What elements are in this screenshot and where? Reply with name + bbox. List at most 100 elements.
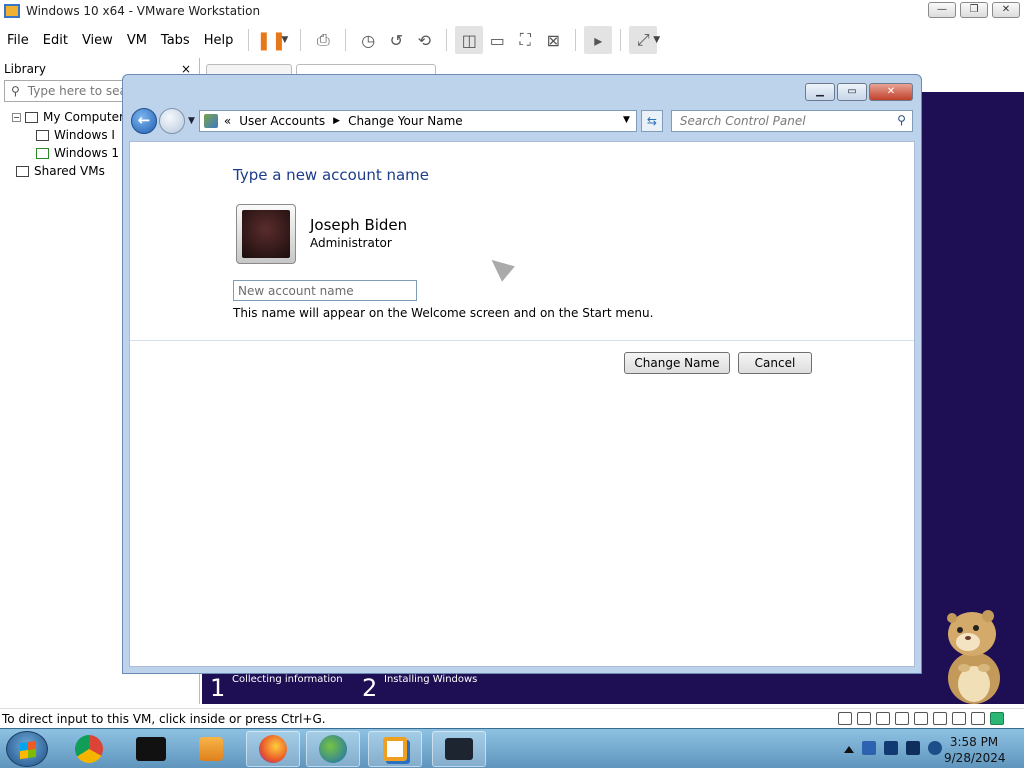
menu-file[interactable]: File [0,33,36,48]
breadcrumb-overflow-icon[interactable]: « [224,114,231,128]
window-controls: — ❐ ✕ [928,2,1020,18]
library-title: Library [4,62,46,76]
step-label: Installing Windows [384,674,478,685]
collapse-icon[interactable]: − [12,112,21,122]
snapshot-manager-icon[interactable]: ⟲ [410,26,438,54]
thumbnail-bar-icon[interactable]: ▭ [483,26,511,54]
recent-pages-dropdown-icon[interactable]: ▼ [188,116,195,126]
install-step-2: 2 Installing Windows [362,674,477,702]
unity-icon[interactable]: ⊠ [539,26,567,54]
breadcrumb-separator-icon[interactable]: ▶ [333,116,340,126]
vm-running-icon [36,147,49,159]
change-name-button[interactable]: Change Name [624,352,730,374]
device-icons [838,712,1004,725]
menu-tabs[interactable]: Tabs [154,33,197,48]
start-button-icon[interactable] [6,731,48,767]
toolbar-separator [248,29,250,51]
account-type: Administrator [310,236,392,250]
user-avatar [236,204,296,264]
search-icon[interactable]: ⚲ [897,113,906,127]
step-number: 1 [210,674,226,702]
revert-snapshot-icon[interactable]: ↺ [382,26,410,54]
shared-vms-icon [16,165,29,177]
show-library-icon[interactable]: ◫ [455,26,484,54]
tree-label: My Computer [43,110,124,124]
floppy-icon[interactable] [876,712,890,725]
menu-vm[interactable]: VM [120,33,154,48]
status-text: To direct input to this VM, click inside… [2,711,326,726]
download-manager-taskbar-icon[interactable] [306,731,360,767]
step-number: 2 [362,674,378,702]
search-control-panel-input[interactable]: Search Control Panel ⚲ [670,110,913,132]
toolbar-separator [446,29,448,51]
step-label: Collecting information [232,674,343,685]
stretch-dropdown-icon[interactable]: ▼ [653,35,660,45]
windows-taskbar: 3:58 PM 9/28/2024 [0,728,1024,768]
tree-label: Windows 1 [54,146,120,160]
cd-dvd-icon[interactable] [857,712,871,725]
volume-icon[interactable] [928,741,942,755]
navigation-bar: ← ▼ « User Accounts ▶ Change Your Name ▼… [131,107,915,135]
send-ctrl-alt-del-icon[interactable]: ⎙ [309,26,337,54]
pause-dropdown-icon[interactable]: ▼ [281,35,288,45]
search-placeholder: Search Control Panel [679,114,806,128]
control-panel-icon [203,114,218,128]
vm-icon [36,129,49,141]
dialog-window-controls: ▁ ▭ ✕ [805,83,913,101]
virtual-machine-taskbar-icon[interactable] [432,731,486,767]
firefox-taskbar-icon[interactable] [246,731,300,767]
snapshot-icon[interactable]: ◷ [354,26,382,54]
breadcrumb-change-your-name[interactable]: Change Your Name [348,114,463,128]
vmware-app-icon [4,4,20,18]
clock-date: 9/28/2024 [944,751,1006,765]
tree-label: Shared VMs [34,164,105,178]
display-icon[interactable] [971,712,985,725]
address-dropdown-icon[interactable]: ▼ [623,115,630,125]
breadcrumb-user-accounts[interactable]: User Accounts [239,114,325,128]
refresh-icon[interactable]: ⇆ [640,110,663,132]
full-screen-icon[interactable]: ⛶ [511,26,539,54]
divider [130,340,914,341]
tree-label: Windows I [54,128,115,142]
dialog-close-button[interactable]: ✕ [869,83,913,101]
hard-disk-icon[interactable] [838,712,852,725]
account-name: Joseph Biden [310,216,408,234]
address-bar[interactable]: « User Accounts ▶ Change Your Name ▼ [198,110,637,132]
terminal-taskbar-icon[interactable] [124,731,178,767]
message-log-icon[interactable] [990,712,1004,725]
restore-button[interactable]: ❐ [960,2,988,18]
menu-edit[interactable]: Edit [36,33,75,48]
install-step-1: 1 Collecting information [210,674,343,702]
forward-arrow-icon[interactable] [159,108,185,134]
usb-icon[interactable] [914,712,928,725]
show-hidden-icons-icon[interactable] [844,743,854,753]
console-view-icon[interactable]: ▸ [584,26,613,54]
computer-icon [25,111,38,123]
library-search-placeholder: Type here to sea [27,84,127,98]
minimize-button[interactable]: — [928,2,956,18]
system-tray [844,741,942,755]
close-button[interactable]: ✕ [992,2,1020,18]
vmware-titlebar: Windows 10 x64 - VMware Workstation — ❐ … [0,0,1024,22]
menu-help[interactable]: Help [197,33,241,48]
tray-app-icon[interactable] [862,741,876,755]
printer-icon[interactable] [933,712,947,725]
network-icon[interactable] [906,741,920,755]
action-center-icon[interactable] [884,741,898,755]
network-adapter-icon[interactable] [895,712,909,725]
dialog-maximize-button[interactable]: ▭ [837,83,867,101]
cancel-button[interactable]: Cancel [738,352,812,374]
toolbar-separator [345,29,347,51]
chrome-taskbar-icon[interactable] [62,731,116,767]
taskbar-clock[interactable]: 3:58 PM 9/28/2024 [944,734,1006,766]
sound-icon[interactable] [952,712,966,725]
toolbar-separator [575,29,577,51]
dialog-minimize-button[interactable]: ▁ [805,83,835,101]
back-arrow-icon[interactable]: ← [131,108,157,134]
new-account-name-field[interactable] [233,280,417,301]
menu-view[interactable]: View [75,33,120,48]
vmware-taskbar-icon[interactable] [368,731,422,767]
hamster-mascot-image [947,610,1000,704]
media-player-taskbar-icon[interactable] [184,731,238,767]
toolbar-separator [620,29,622,51]
